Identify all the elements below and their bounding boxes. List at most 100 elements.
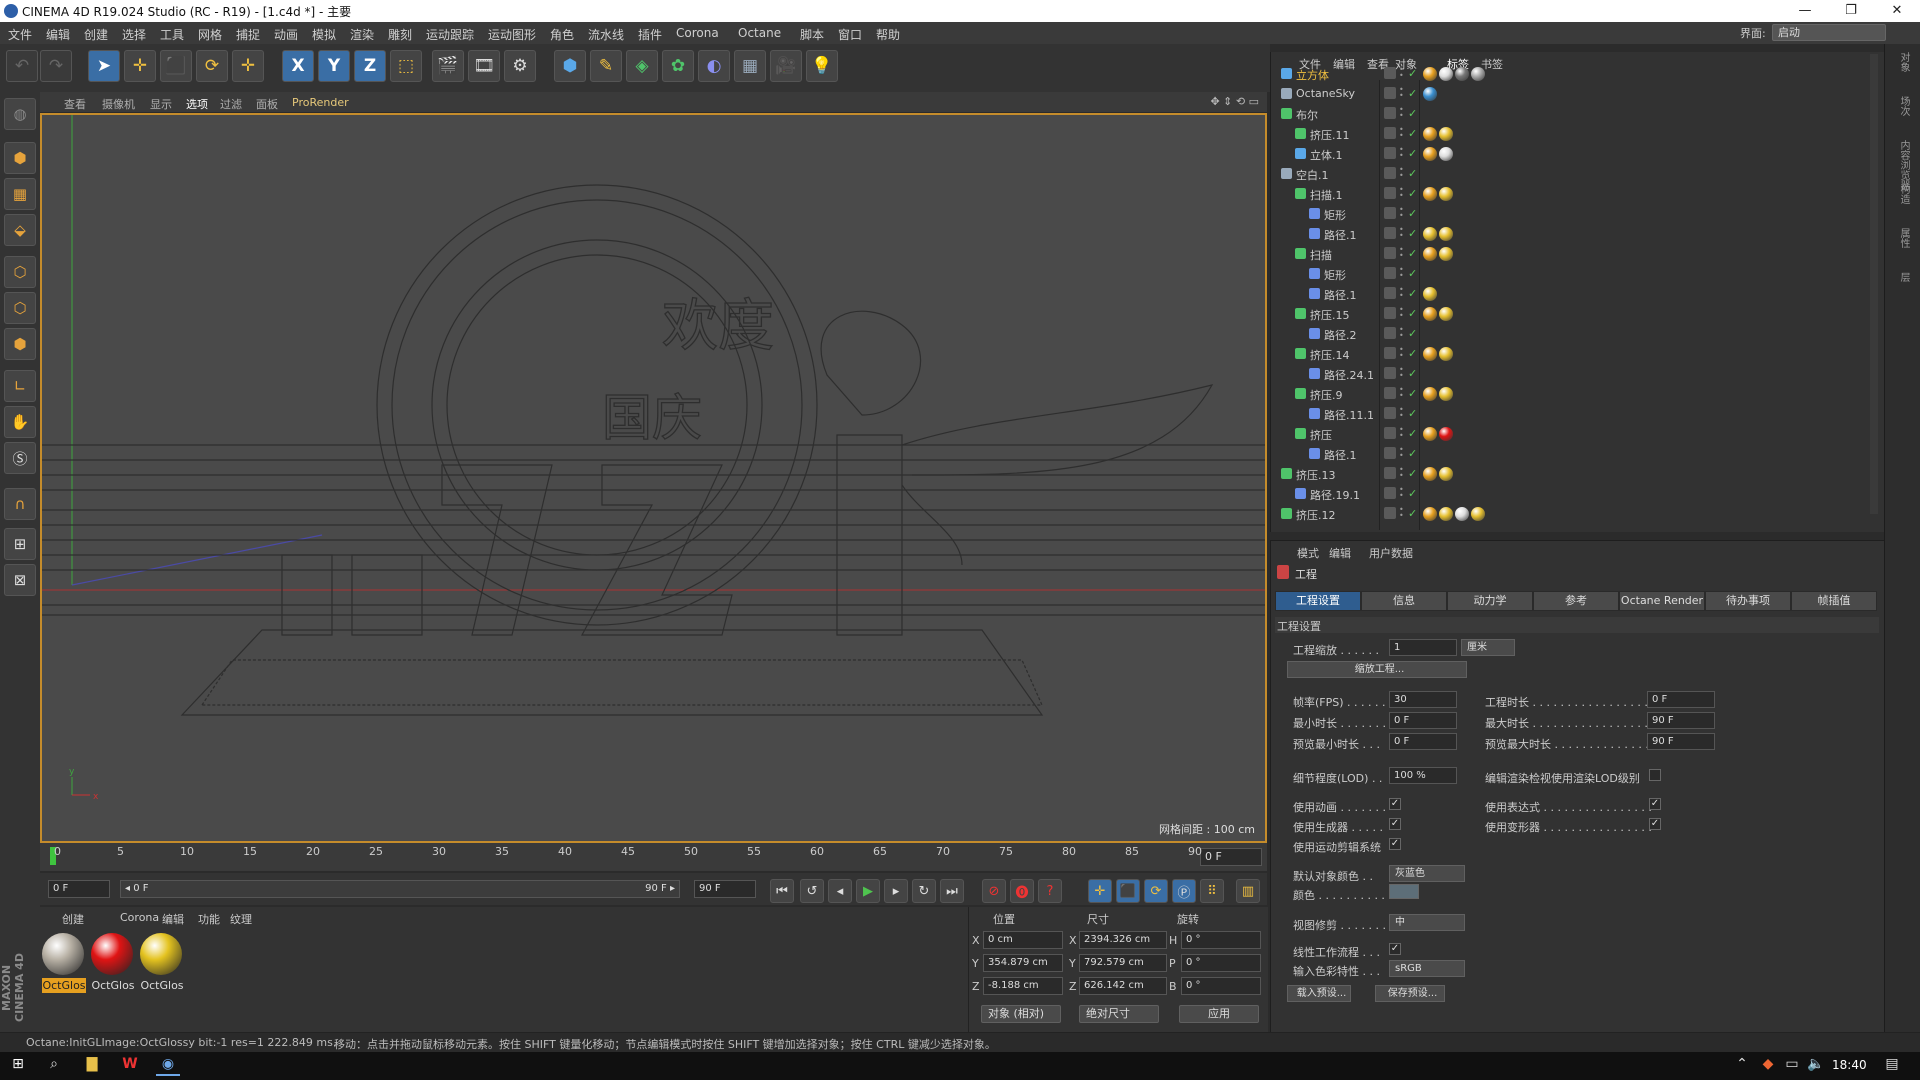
material-tag-icon[interactable] bbox=[1471, 507, 1485, 521]
render-toggle[interactable]: • • bbox=[1399, 466, 1405, 480]
key-selection-icon[interactable]: ? bbox=[1038, 879, 1062, 903]
scale-project-button[interactable]: 缩放工程... bbox=[1287, 661, 1467, 678]
material-swatch[interactable]: OctGlos bbox=[140, 933, 184, 993]
material-tag-icon[interactable] bbox=[1439, 147, 1453, 161]
enabled-check-icon[interactable]: ✓ bbox=[1408, 507, 1417, 520]
enabled-check-icon[interactable]: ✓ bbox=[1408, 447, 1417, 460]
record-key-icon[interactable]: ⊘ bbox=[982, 879, 1006, 903]
menu-item[interactable]: 脚本 bbox=[800, 26, 824, 43]
menu-item[interactable]: 帮助 bbox=[876, 26, 900, 43]
attr-tab[interactable]: 参考 bbox=[1533, 591, 1619, 611]
light-icon[interactable]: 💡 bbox=[806, 50, 838, 82]
menu-item[interactable]: 动画 bbox=[274, 26, 298, 43]
material-tag-icon[interactable] bbox=[1439, 307, 1453, 321]
object-row[interactable]: 矩形 • • ✓ bbox=[1271, 264, 1883, 284]
attribute-menu-item[interactable]: 编辑 bbox=[1329, 545, 1351, 561]
rotation-input[interactable]: 0 ° bbox=[1181, 954, 1261, 972]
material-tag-icon[interactable] bbox=[1423, 147, 1437, 161]
render-toggle[interactable]: • • bbox=[1399, 206, 1405, 220]
viewport-menu-item[interactable]: 摄像机 bbox=[102, 96, 135, 112]
material-swatch[interactable]: OctGlos bbox=[42, 933, 86, 993]
rotate-icon[interactable]: ⟳ bbox=[196, 50, 228, 82]
move-icon[interactable]: ✛ bbox=[124, 50, 156, 82]
axis-mode-icon[interactable]: ∟ bbox=[4, 370, 36, 402]
material-tag-icon[interactable] bbox=[1423, 307, 1437, 321]
material-menu-item[interactable]: Corona bbox=[120, 911, 159, 924]
planar-workplane-icon[interactable]: ⊠ bbox=[4, 564, 36, 596]
next-key-icon[interactable]: ↻ bbox=[912, 879, 936, 903]
dock-tab[interactable]: 构造 bbox=[1893, 184, 1911, 204]
object-row[interactable]: 路径.2 • • ✓ bbox=[1271, 324, 1883, 344]
render-toggle[interactable]: • • bbox=[1399, 86, 1405, 100]
material-tag-icon[interactable] bbox=[1423, 347, 1437, 361]
material-tag-icon[interactable] bbox=[1423, 427, 1437, 441]
position-input[interactable]: 354.879 cm bbox=[983, 954, 1063, 972]
material-tag-icon[interactable] bbox=[1439, 467, 1453, 481]
material-tag-icon[interactable] bbox=[1439, 427, 1453, 441]
menu-item[interactable]: Corona bbox=[676, 26, 719, 40]
object-row[interactable]: 布尔 • • ✓ bbox=[1271, 104, 1883, 124]
dock-tab[interactable]: 属性 bbox=[1893, 228, 1911, 248]
viewport-nav-icons[interactable]: ✥ ⇕ ⟲ ▭ bbox=[1210, 95, 1259, 108]
scale-icon[interactable]: ⬛ bbox=[160, 50, 192, 82]
minimize-button[interactable]: — bbox=[1782, 0, 1828, 22]
visibility-toggle[interactable] bbox=[1384, 487, 1396, 499]
material-menu-item[interactable]: 编辑 bbox=[162, 911, 184, 927]
apply-button[interactable]: 应用 bbox=[1179, 1005, 1259, 1023]
object-row[interactable]: 扫描 • • ✓ bbox=[1271, 244, 1883, 264]
enabled-check-icon[interactable]: ✓ bbox=[1408, 407, 1417, 420]
perspective-viewport[interactable]: 欢度 国庆 y x 网格间距 : 100 cm bbox=[40, 113, 1267, 843]
enabled-check-icon[interactable]: ✓ bbox=[1408, 147, 1417, 160]
visibility-toggle[interactable] bbox=[1384, 147, 1396, 159]
visibility-toggle[interactable] bbox=[1384, 307, 1396, 319]
visibility-toggle[interactable] bbox=[1384, 267, 1396, 279]
rotation-input[interactable]: 0 ° bbox=[1181, 977, 1261, 995]
material-tag-icon[interactable] bbox=[1439, 187, 1453, 201]
viewport-menu-item[interactable]: 选项 bbox=[186, 96, 208, 112]
position-input[interactable]: 0 cm bbox=[983, 931, 1063, 949]
attribute-menu-item[interactable]: 用户数据 bbox=[1369, 545, 1413, 561]
object-row[interactable]: 矩形 • • ✓ bbox=[1271, 204, 1883, 224]
viewport-menu-item[interactable]: 显示 bbox=[150, 96, 172, 112]
render-toggle[interactable]: • • bbox=[1399, 326, 1405, 340]
color-swatch[interactable] bbox=[1389, 884, 1419, 899]
enabled-check-icon[interactable]: ✓ bbox=[1408, 87, 1417, 100]
floor-icon[interactable]: ▦ bbox=[734, 50, 766, 82]
visibility-toggle[interactable] bbox=[1384, 407, 1396, 419]
windows-start-icon[interactable]: ⊞ bbox=[6, 1056, 30, 1076]
use-animation-checkbox[interactable]: ✓ bbox=[1389, 798, 1401, 810]
render-toggle[interactable]: • • bbox=[1399, 226, 1405, 240]
enabled-check-icon[interactable]: ✓ bbox=[1408, 207, 1417, 220]
use-deformers-checkbox[interactable]: ✓ bbox=[1649, 818, 1661, 830]
render-toggle[interactable]: • • bbox=[1399, 186, 1405, 200]
material-tag-icon[interactable] bbox=[1439, 507, 1453, 521]
enabled-check-icon[interactable]: ✓ bbox=[1408, 347, 1417, 360]
use-motion-system-checkbox[interactable]: ✓ bbox=[1389, 838, 1401, 850]
default-color-dropdown[interactable]: 灰蓝色 bbox=[1389, 865, 1465, 882]
go-to-start-icon[interactable]: ⏮ bbox=[770, 879, 794, 903]
cinema4d-taskbar-icon[interactable]: ◉ bbox=[156, 1056, 180, 1076]
visibility-toggle[interactable] bbox=[1384, 67, 1396, 79]
render-toggle[interactable]: • • bbox=[1399, 426, 1405, 440]
auto-key-icon[interactable]: ⓿ bbox=[1010, 879, 1034, 903]
linear-workflow-checkbox[interactable]: ✓ bbox=[1389, 943, 1401, 955]
material-tag-icon[interactable] bbox=[1455, 67, 1469, 81]
save-preset-button[interactable]: 保存预设... bbox=[1375, 985, 1445, 1002]
render-toggle[interactable]: • • bbox=[1399, 446, 1405, 460]
subdivision-icon[interactable]: ◈ bbox=[626, 50, 658, 82]
scale-unit-dropdown[interactable]: 厘米 bbox=[1461, 639, 1515, 656]
redo-icon[interactable]: ↷ bbox=[40, 50, 72, 82]
material-tag-icon[interactable] bbox=[1439, 387, 1453, 401]
cloner-icon[interactable]: ✿ bbox=[662, 50, 694, 82]
lod-render-checkbox[interactable] bbox=[1649, 769, 1661, 781]
object-row[interactable]: 立体.1 • • ✓ bbox=[1271, 144, 1883, 164]
attr-tab[interactable]: 动力学 bbox=[1447, 591, 1533, 611]
render-toggle[interactable]: • • bbox=[1399, 386, 1405, 400]
prev-key-icon[interactable]: ↺ bbox=[800, 879, 824, 903]
render-toggle[interactable]: • • bbox=[1399, 366, 1405, 380]
material-tag-icon[interactable] bbox=[1423, 87, 1437, 101]
attr-tab[interactable]: 工程设置 bbox=[1275, 591, 1361, 611]
enabled-check-icon[interactable]: ✓ bbox=[1408, 307, 1417, 320]
texture-mode-icon[interactable]: ▦ bbox=[4, 178, 36, 210]
tweak-mode-icon[interactable]: ✋ bbox=[4, 406, 36, 438]
